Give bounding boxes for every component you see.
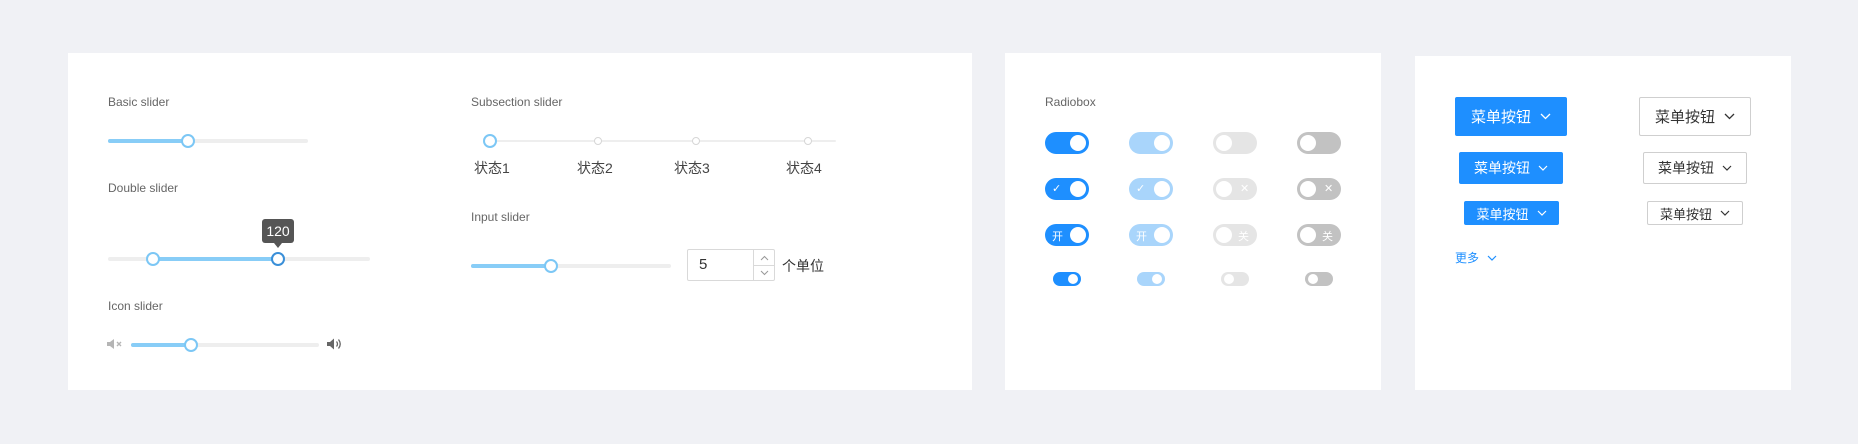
switch-off[interactable]	[1297, 132, 1341, 154]
chevron-down-icon	[1537, 210, 1546, 216]
switch-on-text: 开	[1052, 231, 1063, 243]
switch-off-text: 关	[1238, 231, 1249, 243]
chevron-down-icon	[1722, 165, 1732, 171]
switch-knob	[1300, 181, 1316, 197]
basic-slider-label: Basic slider	[108, 95, 170, 109]
volume-up-icon	[327, 338, 341, 350]
menu-button-label: 菜单按钮	[1659, 206, 1712, 222]
input-slider-unit: 个单位	[782, 258, 824, 274]
chevron-down-icon	[1487, 255, 1497, 261]
switch-knob	[1154, 181, 1170, 197]
switch-text-on-disabled: 开	[1129, 224, 1173, 246]
basic-slider-handle[interactable]	[181, 134, 195, 148]
switch-small-on-disabled	[1137, 272, 1165, 286]
switch-cross-off-disabled: ✕	[1213, 178, 1257, 200]
decrement-button[interactable]	[754, 265, 774, 280]
menu-button-label: 菜单按钮	[1470, 109, 1531, 126]
switch-knob	[1152, 274, 1162, 284]
subsection-slider-rail[interactable]	[486, 140, 836, 142]
double-slider-high-handle[interactable]	[271, 252, 285, 266]
menu-button-primary-medium[interactable]: 菜单按钮	[1459, 152, 1563, 184]
more-link-label: 更多	[1455, 251, 1480, 265]
chevron-up-icon	[760, 255, 768, 260]
switch-knob	[1070, 181, 1086, 197]
switch-knob	[1216, 181, 1232, 197]
switch-knob	[1154, 227, 1170, 243]
switch-text-off-disabled: 关	[1213, 224, 1257, 246]
subsection-stop-4[interactable]	[804, 137, 812, 145]
chevron-down-icon	[760, 270, 768, 276]
switch-text-off[interactable]: 关	[1297, 224, 1341, 246]
subsection-stop-1[interactable]	[483, 134, 497, 148]
switch-text-on[interactable]: 开	[1045, 224, 1089, 246]
input-slider-track	[471, 264, 551, 268]
switch-knob	[1154, 135, 1170, 151]
double-slider-tooltip: 120	[262, 219, 294, 248]
double-slider-track	[153, 257, 278, 261]
double-slider-label: Double slider	[108, 181, 179, 195]
menu-button-default-medium[interactable]: 菜单按钮	[1643, 152, 1747, 184]
menu-button-default-small[interactable]: 菜单按钮	[1647, 201, 1743, 225]
switch-knob	[1068, 274, 1078, 284]
switch-cross-off[interactable]: ✕	[1297, 178, 1341, 200]
double-slider-low-handle[interactable]	[146, 252, 160, 266]
switch-knob	[1216, 135, 1232, 151]
icon-slider-label: Icon slider	[108, 299, 163, 313]
switch-knob	[1070, 227, 1086, 243]
check-icon: ✓	[1136, 183, 1146, 195]
icon-slider-handle[interactable]	[184, 338, 198, 352]
switch-small-off[interactable]	[1305, 272, 1333, 286]
switch-knob	[1070, 135, 1086, 151]
switch-on-disabled	[1129, 132, 1173, 154]
basic-slider-track	[108, 139, 188, 143]
close-icon: ✕	[1324, 183, 1334, 195]
input-slider-label: Input slider	[471, 210, 530, 224]
switch-knob	[1216, 227, 1232, 243]
chevron-down-icon	[1538, 165, 1548, 171]
switch-knob	[1300, 227, 1316, 243]
menu-button-label: 菜单按钮	[1474, 160, 1530, 176]
switch-knob	[1308, 274, 1318, 284]
input-slider-value[interactable]: 5	[699, 256, 707, 273]
slider-panel: Basic slider Double slider 120 Icon slid…	[68, 53, 972, 390]
switch-check-on[interactable]: ✓	[1045, 178, 1089, 200]
chevron-down-icon	[1724, 113, 1735, 120]
switch-knob	[1300, 135, 1316, 151]
input-slider-handle[interactable]	[544, 259, 558, 273]
switch-on[interactable]	[1045, 132, 1089, 154]
more-link[interactable]: 更多	[1455, 249, 1497, 266]
subsection-stop-2[interactable]	[594, 137, 602, 145]
close-icon: ✕	[1240, 183, 1250, 195]
subsection-state-4-label: 状态4	[786, 160, 822, 176]
menu-button-label: 菜单按钮	[1654, 109, 1715, 126]
chevron-down-icon	[1720, 210, 1730, 216]
subsection-state-2-label: 状态2	[577, 160, 613, 176]
switch-knob	[1224, 274, 1234, 284]
volume-mute-icon	[107, 339, 122, 349]
subsection-state-1-label: 状态1	[474, 160, 510, 176]
menu-button-label: 菜单按钮	[1476, 206, 1529, 222]
switch-small-off-disabled	[1221, 272, 1249, 286]
menu-button-primary-large[interactable]: 菜单按钮	[1455, 97, 1567, 136]
menu-button-primary-small[interactable]: 菜单按钮	[1464, 201, 1559, 225]
chevron-down-icon	[1540, 113, 1551, 120]
switch-small-on[interactable]	[1053, 272, 1081, 286]
switch-on-text: 开	[1136, 231, 1147, 243]
increment-button[interactable]	[754, 250, 774, 265]
subsection-stop-3[interactable]	[692, 137, 700, 145]
menu-button-panel: 菜单按钮 菜单按钮 菜单按钮 更多 菜单按钮 菜单按钮 菜单按钮	[1415, 56, 1791, 390]
menu-button-default-large[interactable]: 菜单按钮	[1639, 97, 1751, 136]
switch-panel-label: Radiobox	[1045, 95, 1096, 109]
icon-slider-track	[131, 343, 191, 347]
switch-check-on-disabled: ✓	[1129, 178, 1173, 200]
switch-off-text: 关	[1322, 231, 1333, 243]
subsection-state-3-label: 状态3	[674, 160, 710, 176]
menu-button-label: 菜单按钮	[1658, 160, 1714, 176]
number-stepper	[753, 250, 774, 280]
subsection-slider-label: Subsection slider	[471, 95, 563, 109]
check-icon: ✓	[1052, 183, 1062, 195]
switch-panel: Radiobox ✓ ✓ ✕ ✕ 开 开 关 关	[1005, 53, 1381, 390]
switch-off-disabled	[1213, 132, 1257, 154]
input-slider-number-field[interactable]: 5	[687, 249, 775, 281]
